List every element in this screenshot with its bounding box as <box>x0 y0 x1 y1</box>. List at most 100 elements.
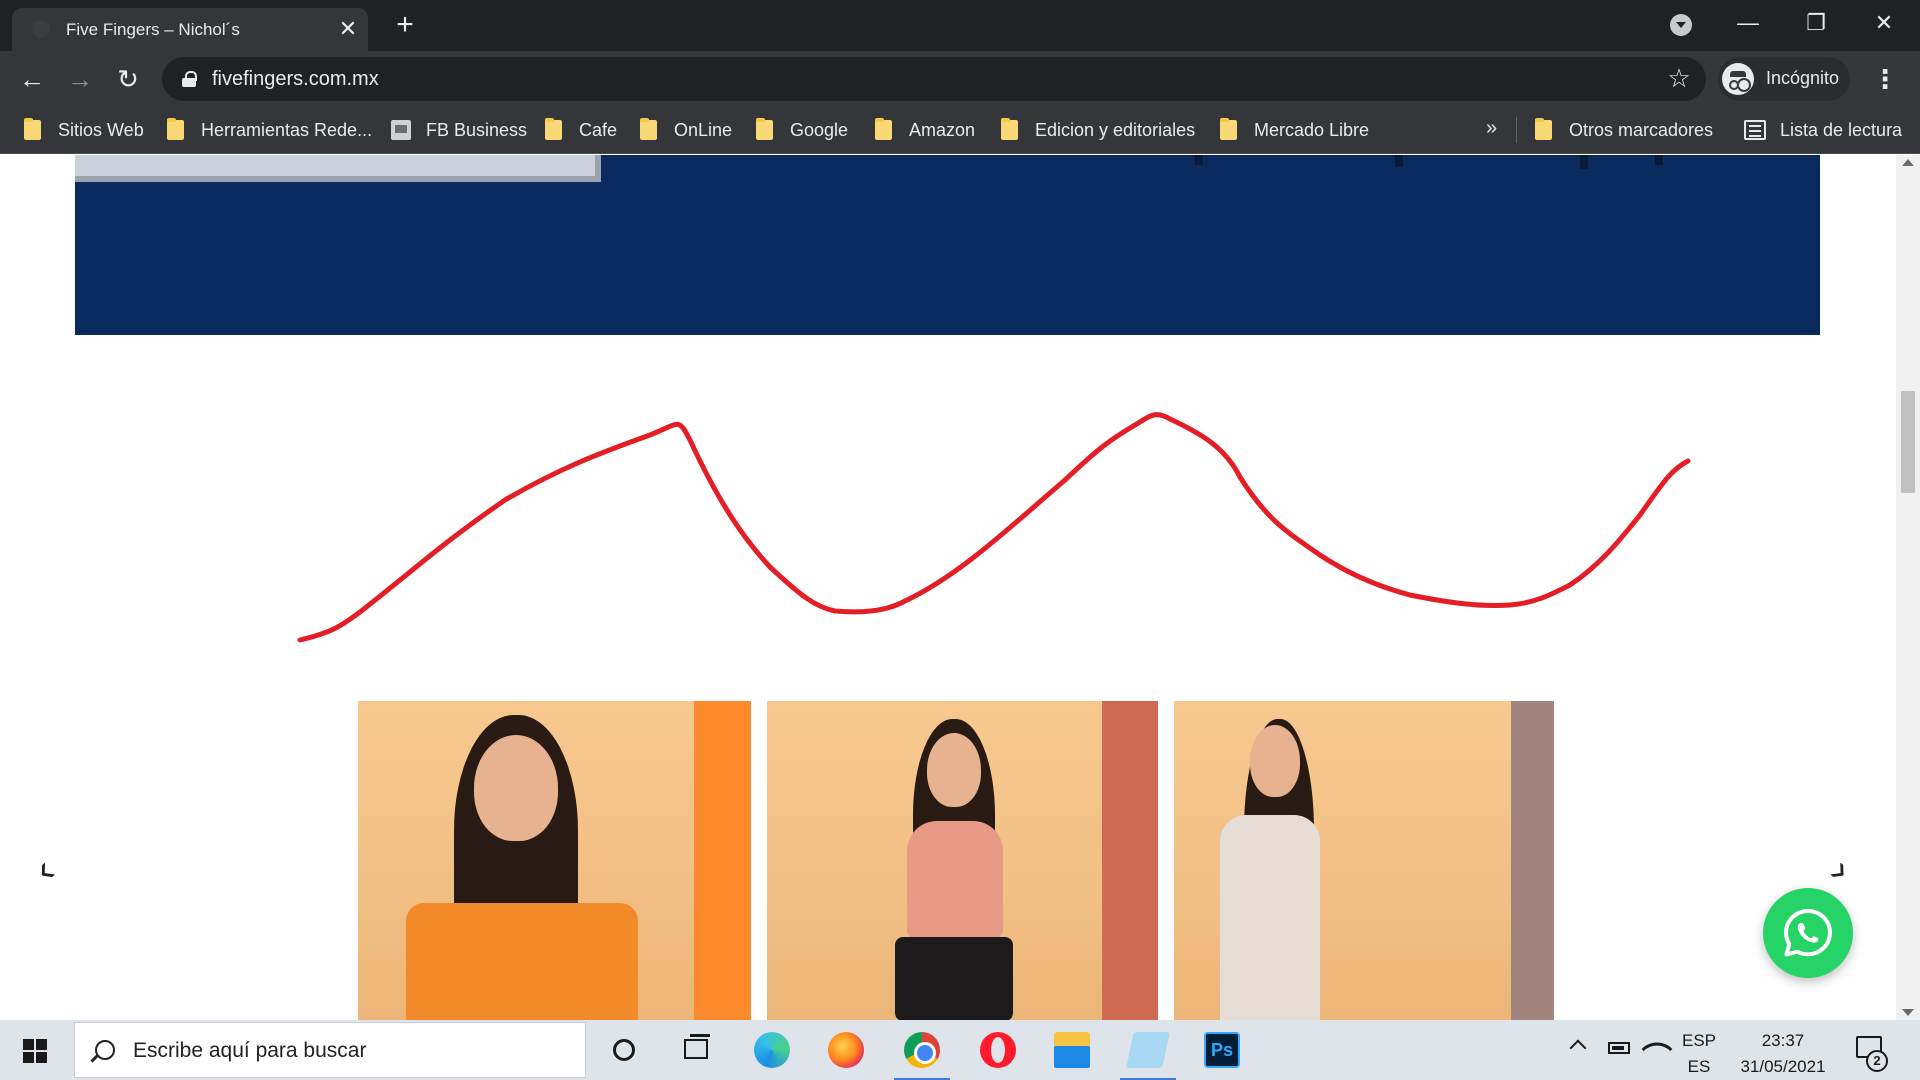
language-line-2: ES <box>1687 1057 1711 1076</box>
hero-figure <box>1395 155 1403 167</box>
other-bookmarks[interactable]: Otros marcadores <box>1535 115 1713 145</box>
color-stripe <box>694 701 751 1020</box>
product-photo <box>358 701 694 1020</box>
url-text[interactable]: fivefingers.com.mx <box>212 68 379 91</box>
bookmarks-overflow-icon[interactable]: » <box>1486 117 1497 140</box>
product-card[interactable] <box>358 701 751 1020</box>
product-photo <box>767 701 1102 1020</box>
file-explorer-icon <box>1054 1032 1090 1068</box>
restore-button[interactable]: ❐ <box>1796 6 1836 40</box>
bookmark-mercado-libre[interactable]: Mercado Libre <box>1220 115 1369 145</box>
browser-tab[interactable]: Five Fingers – Nichol´s ✕ <box>12 8 368 51</box>
product-card[interactable] <box>1174 701 1554 1020</box>
hero-figure <box>1655 155 1663 165</box>
bookmarks-divider <box>1516 117 1517 143</box>
task-view-icon <box>684 1034 710 1059</box>
taskbar-search-box[interactable]: Escribe aquí para buscar <box>74 1022 586 1078</box>
other-bookmarks-label: Otros marcadores <box>1569 119 1714 140</box>
incognito-label: Incógnito <box>1766 68 1840 88</box>
bookmark-label: Sitios Web <box>58 119 144 140</box>
tab-search-icon[interactable] <box>1670 14 1692 36</box>
forward-button[interactable]: → <box>62 61 98 97</box>
battery-icon[interactable] <box>1608 1042 1630 1054</box>
bookmark-label: FB Business <box>426 119 528 140</box>
model-face <box>927 733 981 807</box>
search-placeholder: Escribe aquí para buscar <box>133 1039 367 1062</box>
minimize-button[interactable]: — <box>1728 6 1768 40</box>
folder-icon <box>1001 118 1018 140</box>
page-scrollbar[interactable] <box>1896 155 1920 1020</box>
chrome-button[interactable] <box>894 1028 950 1080</box>
product-photo <box>1174 701 1511 1020</box>
lock-icon[interactable] <box>182 71 197 87</box>
whatsapp-button[interactable] <box>1763 888 1853 978</box>
folder-icon <box>167 118 184 140</box>
wifi-icon[interactable] <box>1641 1033 1673 1065</box>
search-icon <box>95 1040 115 1060</box>
firefox-button[interactable] <box>818 1028 874 1072</box>
photoshop-icon: Ps <box>1204 1032 1240 1068</box>
scroll-thumb[interactable] <box>1901 391 1915 493</box>
windows-taskbar: Escribe aquí para buscar Ps ESP ES 23:37… <box>0 1020 1920 1080</box>
edge-button[interactable] <box>744 1028 800 1072</box>
page-icon <box>391 120 411 140</box>
bookmark-edicion[interactable]: Edicion y editoriales <box>1001 115 1195 145</box>
hero-banner <box>75 155 1820 335</box>
tab-title: Five Fingers – Nichol´s <box>66 20 240 39</box>
bookmark-sitios-web[interactable]: Sitios Web <box>24 115 144 145</box>
whatsapp-icon <box>1784 909 1832 957</box>
hero-panel <box>75 155 601 182</box>
back-button[interactable]: ← <box>14 61 50 97</box>
reload-button[interactable]: ↻ <box>110 61 146 97</box>
edge-icon <box>754 1032 790 1068</box>
product-bottom <box>895 937 1013 1020</box>
language-indicator[interactable]: ESP ES <box>1682 1028 1716 1080</box>
cortana-icon <box>613 1039 635 1061</box>
bookmark-online[interactable]: OnLine <box>640 115 732 145</box>
scroll-down-icon[interactable] <box>1902 1009 1914 1016</box>
bookmark-star-icon[interactable]: ☆ <box>1664 63 1694 93</box>
scroll-up-icon[interactable] <box>1902 159 1914 166</box>
tab-close-icon[interactable]: ✕ <box>336 17 360 41</box>
product-top <box>406 903 638 1020</box>
taskbar-clock[interactable]: 23:37 31/05/2021 <box>1728 1028 1838 1080</box>
address-bar[interactable]: fivefingers.com.mx ☆ <box>162 57 1706 101</box>
color-stripe <box>1511 701 1554 1020</box>
language-line-1: ESP <box>1682 1031 1717 1050</box>
start-button[interactable] <box>0 1020 70 1080</box>
browser-toolbar: ← → ↻ fivefingers.com.mx ☆ Incógnito ⋮ <box>0 51 1920 107</box>
chrome-icon <box>904 1032 940 1068</box>
notes-icon <box>1126 1032 1170 1068</box>
browser-menu-icon[interactable]: ⋮ <box>1870 61 1900 97</box>
bookmark-amazon[interactable]: Amazon <box>875 115 975 145</box>
opera-icon <box>980 1032 1016 1068</box>
photoshop-button[interactable]: Ps <box>1194 1028 1250 1072</box>
show-hidden-icons-icon[interactable] <box>1569 1039 1587 1057</box>
cortana-button[interactable] <box>596 1028 652 1072</box>
bookmark-cafe[interactable]: Cafe <box>545 115 617 145</box>
folder-icon <box>640 118 657 140</box>
folder-icon <box>875 118 892 140</box>
incognito-icon <box>1722 63 1754 95</box>
bookmark-fb-business[interactable]: FB Business <box>391 115 527 145</box>
bookmark-google[interactable]: Google <box>756 115 848 145</box>
reading-list-icon <box>1744 120 1766 140</box>
reading-list[interactable]: Lista de lectura <box>1744 115 1902 145</box>
notes-button[interactable] <box>1120 1028 1176 1080</box>
hero-figure <box>1195 155 1203 165</box>
close-window-button[interactable]: ✕ <box>1864 6 1904 40</box>
folder-icon <box>1220 118 1237 140</box>
folder-icon <box>24 118 41 140</box>
file-explorer-button[interactable] <box>1044 1028 1100 1072</box>
incognito-profile-button[interactable]: Incógnito <box>1718 57 1850 101</box>
tab-favicon-icon <box>32 20 50 38</box>
folder-icon <box>756 118 773 140</box>
product-card[interactable] <box>767 701 1158 1020</box>
task-view-button[interactable] <box>668 1028 724 1072</box>
bookmark-label: Google <box>790 119 849 140</box>
folder-icon <box>545 118 562 140</box>
new-tab-button[interactable]: + <box>390 10 420 41</box>
bookmark-herramientas[interactable]: Herramientas Rede... <box>167 115 372 145</box>
notification-count-badge: 2 <box>1866 1050 1888 1072</box>
opera-button[interactable] <box>970 1028 1026 1072</box>
